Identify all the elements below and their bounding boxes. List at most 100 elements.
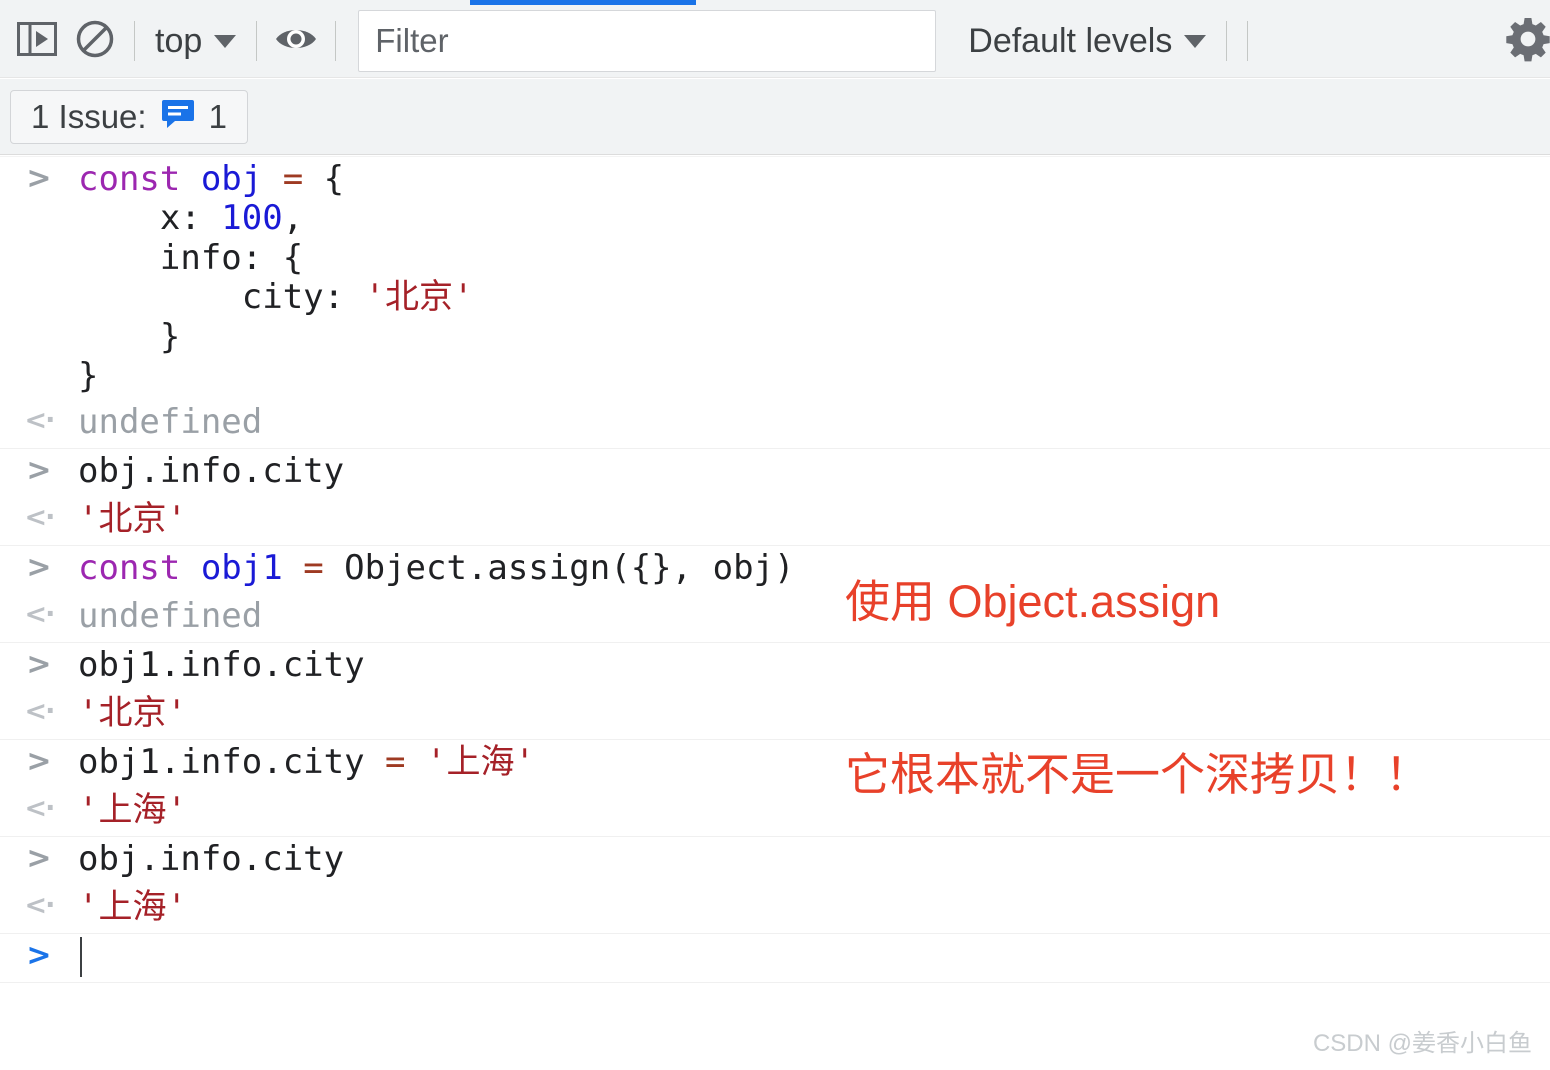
live-expression-button[interactable] <box>267 12 325 70</box>
console-output-row: <· '北京' <box>0 497 1550 545</box>
console-message-group: > const obj = { x: 100, info: { city: '北京… <box>0 156 1550 449</box>
toolbar-divider <box>256 21 258 61</box>
issues-label: 1 Issue: <box>31 97 147 135</box>
return-arrow-icon: <· <box>24 598 56 630</box>
console-settings-button[interactable] <box>1500 13 1550 69</box>
code-token: } <box>78 316 181 357</box>
console-output-row: <· undefined <box>0 594 1550 642</box>
execution-context-label: top <box>155 21 203 60</box>
issues-chip-button[interactable]: 1 Issue: 1 <box>10 89 248 144</box>
console-output-row: <· '上海' <box>0 885 1550 933</box>
code-token: obj <box>200 159 283 199</box>
input-arrow-icon: > <box>26 549 52 585</box>
gear-icon <box>1505 16 1550 67</box>
console-input-row: > obj.info.city <box>0 837 1550 885</box>
console-message-text: obj1.info.city <box>78 644 1550 685</box>
log-levels-label: Default levels <box>968 21 1173 60</box>
console-toolbar: top Default levels <box>0 5 1550 78</box>
console-message-text: undefined <box>78 595 1550 636</box>
console-message-text: obj.info.city <box>78 450 1550 491</box>
console-message-group: > <box>0 934 1550 983</box>
sidebar-panel-icon <box>17 21 57 61</box>
code-token: '上海' <box>78 789 187 830</box>
toolbar-divider <box>134 21 135 61</box>
code-token: '北京' <box>364 277 474 318</box>
code-token: const <box>78 159 201 199</box>
code-token: obj1.info.city <box>78 741 386 782</box>
issues-count: 1 <box>208 97 227 135</box>
console-input-row: > const obj1 = Object.assign({}, obj) <box>0 546 1550 594</box>
console-prompt-row[interactable]: > <box>0 934 1550 982</box>
code-token: = <box>303 547 345 588</box>
input-arrow-icon: > <box>26 161 52 196</box>
code-token: , <box>282 198 304 239</box>
code-token: obj1.info.city <box>78 644 365 685</box>
console-output-row: <· undefined <box>0 400 1550 448</box>
console-message-group: > obj1.info.city <· '北京' <box>0 643 1550 740</box>
return-arrow-icon: <· <box>24 889 56 921</box>
devtools-console-screenshot: top Default levels <box>0 0 1550 1070</box>
console-message-group: > obj1.info.city = '上海' <· '上海' <box>0 740 1550 837</box>
chevron-down-icon <box>1184 34 1207 48</box>
log-levels-selector[interactable]: Default levels <box>958 12 1216 70</box>
console-message-group: > obj.info.city <· '北京' <box>0 449 1550 546</box>
sidebar-toggle-button[interactable] <box>8 12 66 70</box>
chevron-down-icon <box>214 34 237 48</box>
toolbar-divider <box>1226 21 1228 61</box>
code-token: '北京' <box>78 498 187 539</box>
console-message-text: '北京' <box>78 692 1550 733</box>
code-token: '上海' <box>426 741 535 782</box>
return-arrow-icon: <· <box>24 695 56 727</box>
return-arrow-icon: <· <box>24 792 56 824</box>
input-arrow-icon: > <box>26 452 52 488</box>
code-token: x: <box>78 198 222 239</box>
console-message-text: obj.info.city <box>78 838 1550 879</box>
input-arrow-icon: > <box>26 646 52 682</box>
console-message-text: const obj = { x: 100, info: { city: '北京'… <box>78 159 1550 397</box>
return-arrow-icon: <· <box>24 501 56 533</box>
code-token: obj.info.city <box>78 838 345 879</box>
filter-input[interactable] <box>358 10 937 72</box>
console-message-text: obj1.info.city = '上海' <box>78 741 1550 782</box>
code-token: '北京' <box>78 692 187 733</box>
code-token: obj1 <box>200 547 304 588</box>
console-input-row: > obj1.info.city = '上海' <box>0 740 1550 788</box>
input-arrow-icon: > <box>26 743 52 779</box>
code-token: Object.assign({}, obj) <box>344 547 795 588</box>
console-input-row: > obj1.info.city <box>0 643 1550 691</box>
console-output-row: <· '上海' <box>0 788 1550 836</box>
console-message-text: '北京' <box>78 498 1550 539</box>
code-token: undefined <box>78 595 263 636</box>
issue-info-icon <box>161 99 195 134</box>
text-cursor <box>80 937 82 978</box>
eye-icon <box>274 24 318 59</box>
console-message-text: undefined <box>78 401 1550 442</box>
console-message-text: '上海' <box>78 789 1550 830</box>
code-token: = <box>282 159 324 199</box>
code-token: city: <box>78 277 365 318</box>
console-message-text: '上海' <box>78 886 1550 927</box>
input-arrow-icon: > <box>26 937 52 973</box>
code-token: { <box>323 159 345 199</box>
code-token: 100 <box>221 198 283 239</box>
code-token: obj.info.city <box>78 450 345 491</box>
code-token: } <box>78 356 99 397</box>
execution-context-selector[interactable]: top <box>145 12 246 70</box>
console-message-group: > const obj1 = Object.assign({}, obj) <· un… <box>0 546 1550 643</box>
code-token: '上海' <box>78 886 187 927</box>
code-token: const <box>78 547 201 588</box>
watermark: CSDN @姜香小白鱼 <box>1312 1030 1532 1057</box>
toolbar-divider <box>1247 21 1249 61</box>
code-token: undefined <box>78 401 263 442</box>
issues-bar: 1 Issue: 1 <box>0 79 1550 155</box>
console-output-row: <· '北京' <box>0 691 1550 739</box>
code-token: = <box>385 741 426 782</box>
console-message-list[interactable]: > const obj = { x: 100, info: { city: '北京… <box>0 156 1550 1070</box>
console-input-row: > obj.info.city <box>0 449 1550 497</box>
console-message-group: > obj.info.city <· '上海' <box>0 837 1550 934</box>
input-arrow-icon: > <box>26 840 52 876</box>
return-arrow-icon: <· <box>24 404 56 436</box>
console-message-text: const obj1 = Object.assign({}, obj) <box>78 547 1550 588</box>
console-message-text <box>78 937 1550 978</box>
clear-console-button[interactable] <box>66 12 124 70</box>
